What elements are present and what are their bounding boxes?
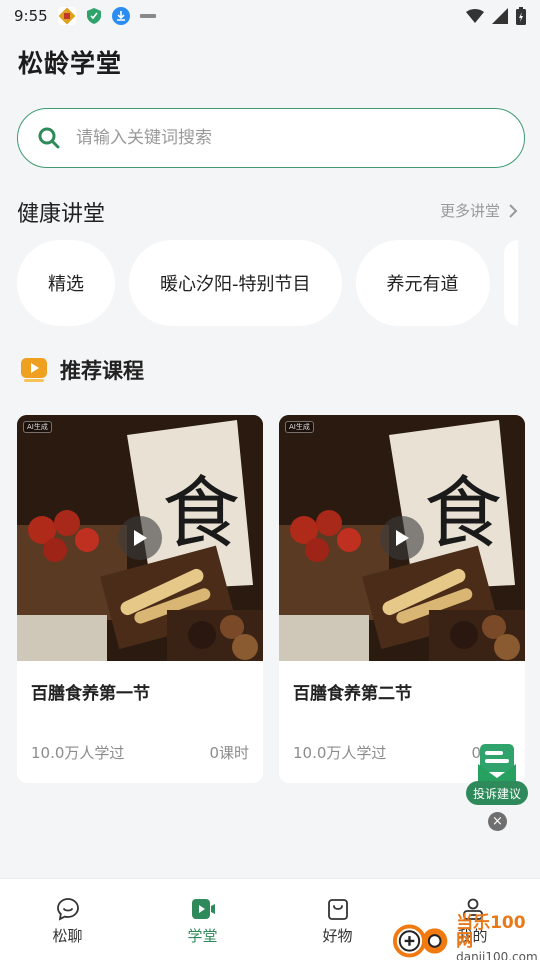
watermark-url: danji100.com — [456, 949, 538, 960]
play-icon — [134, 530, 147, 546]
search-icon — [38, 127, 60, 149]
search-input[interactable] — [76, 128, 476, 148]
chat-icon — [56, 898, 79, 921]
complaint-label: 投诉建议 — [466, 781, 528, 805]
notification-download-icon — [111, 7, 130, 25]
watermark-brand: 当乐100网 — [456, 913, 526, 951]
course-learners: 10.0万人学过 — [293, 744, 387, 762]
course-card[interactable]: 食 AI生成 百膳食养第一节 10.0万人学过 0课时 — [17, 415, 263, 783]
course-thumbnail: 食 AI生成 — [279, 415, 525, 661]
notification-logo-icon — [139, 7, 157, 25]
thumb-char: 食 — [162, 469, 240, 559]
tab-goods-label: 好物 — [322, 927, 353, 945]
lecture-chips: 精选 暖心汐阳-特别节目 养元有道 — [17, 240, 518, 326]
notification-shield-icon — [85, 7, 103, 25]
chip-special-program[interactable]: 暖心汐阳-特别节目 — [129, 240, 342, 326]
more-lectures-link[interactable]: 更多讲堂 — [440, 200, 518, 221]
wifi-icon — [466, 9, 484, 23]
chip-yangyuan[interactable]: 养元有道 — [355, 240, 490, 326]
tab-school-label: 学堂 — [187, 927, 218, 945]
status-bar: 9:55 — [0, 0, 540, 32]
chevron-right-icon — [509, 203, 518, 218]
tab-chat[interactable]: 松聊 — [0, 879, 135, 960]
status-indicators — [466, 7, 526, 25]
recommended-header: 推荐课程 — [20, 355, 144, 385]
notification-app-icon — [57, 7, 76, 25]
search-bar[interactable] — [17, 108, 525, 168]
complaint-widget[interactable]: 投诉建议 — [466, 742, 528, 806]
course-lessons: 0课时 — [209, 744, 249, 762]
thumb-char: 食 — [424, 469, 502, 559]
ai-generated-tag: AI生成 — [23, 421, 52, 433]
course-card[interactable]: 食 AI生成 百膳食养第二节 10.0万人学过 0课时 — [279, 415, 525, 783]
recommended-title: 推荐课程 — [60, 359, 144, 383]
section-title-lectures: 健康讲堂 — [17, 202, 106, 227]
complaint-close-button[interactable]: × — [488, 812, 507, 831]
play-button[interactable] — [380, 516, 424, 560]
course-name: 百膳食养第一节 — [31, 684, 150, 704]
watermark: 当乐100网 danji100.com — [392, 913, 540, 960]
more-lectures-label: 更多讲堂 — [439, 202, 500, 220]
course-learners: 10.0万人学过 — [31, 744, 125, 762]
signal-icon — [492, 8, 508, 24]
video-play-icon — [191, 899, 215, 919]
course-name: 百膳食养第二节 — [293, 684, 412, 704]
course-thumbnail: 食 AI生成 — [17, 415, 263, 661]
play-icon — [396, 530, 409, 546]
watermark-logo-icon — [392, 924, 448, 958]
feedback-envelope-icon — [478, 744, 516, 782]
tab-goods[interactable]: 好物 — [270, 879, 405, 960]
status-time: 9:55 — [14, 7, 48, 25]
chip-featured[interactable]: 精选 — [17, 240, 115, 326]
page-title: 松龄学堂 — [18, 49, 123, 78]
battery-icon — [516, 7, 526, 25]
video-course-icon — [21, 358, 47, 382]
play-button[interactable] — [118, 516, 162, 560]
chip-overflow[interactable] — [503, 240, 518, 326]
ai-generated-tag: AI生成 — [285, 421, 314, 433]
shopping-bag-icon — [327, 899, 348, 920]
tab-school[interactable]: 学堂 — [135, 879, 270, 960]
tab-chat-label: 松聊 — [52, 927, 83, 945]
